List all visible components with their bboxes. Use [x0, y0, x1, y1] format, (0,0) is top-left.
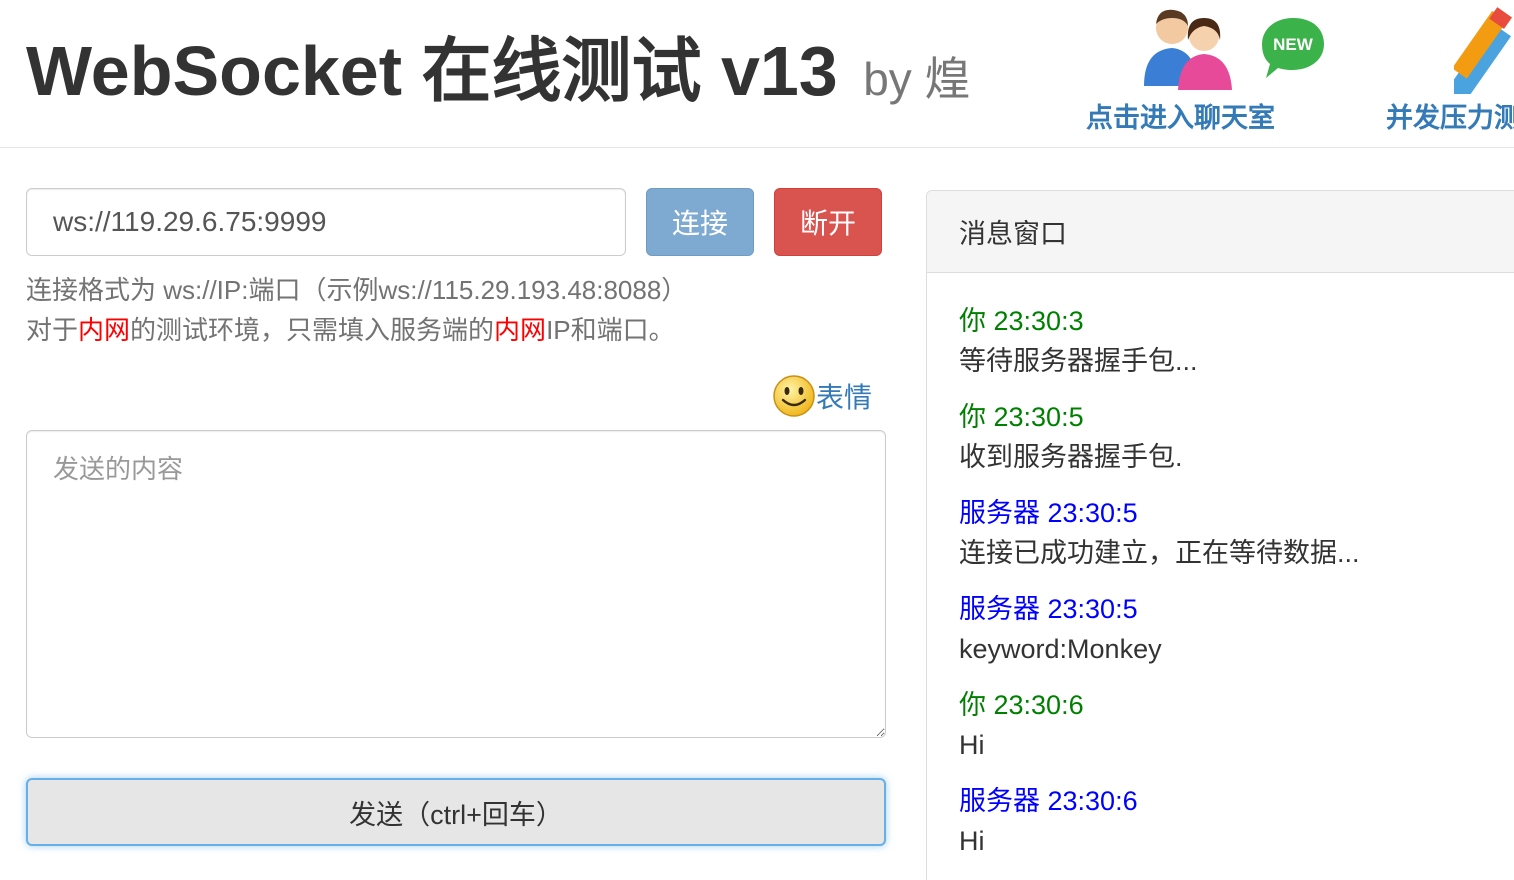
- message-panel-title: 消息窗口: [927, 191, 1514, 273]
- new-badge-text: NEW: [1273, 35, 1314, 54]
- message-sender-time: 你 23:30:6: [959, 690, 1084, 720]
- intranet-help-text: 对于内网的测试环境，只需填入服务端的内网IP和端口。: [26, 315, 675, 345]
- pencil-ruler-icon[interactable]: [1454, 4, 1514, 94]
- message-entry: 你 23:30:6 Hi: [959, 685, 1493, 765]
- smiley-icon: [773, 375, 815, 417]
- message-text: 收到服务器握手包.: [959, 442, 1183, 472]
- disconnect-button[interactable]: 断开: [774, 188, 882, 256]
- message-sender-time: 服务器 23:30:6: [959, 786, 1138, 816]
- message-text: 等待服务器握手包...: [959, 346, 1198, 376]
- message-entry: 你 23:30:3 等待服务器握手包...: [959, 301, 1493, 381]
- message-log: 你 23:30:3 等待服务器握手包... 你 23:30:5 收到服务器握手包…: [927, 273, 1514, 880]
- page-header: WebSocket 在线测试 v13 by 煌 NEW 点击进入聊天室 并发压力…: [0, 0, 1514, 148]
- message-sender-time: 你 23:30:5: [959, 402, 1084, 432]
- page-title-main: WebSocket 在线测试 v13: [26, 32, 838, 110]
- message-input[interactable]: [26, 430, 886, 738]
- message-text: Hi: [959, 826, 985, 856]
- ws-url-input[interactable]: [26, 188, 626, 256]
- message-entry: 你 23:30:5 收到服务器握手包.: [959, 397, 1493, 477]
- new-badge-icon: NEW: [1262, 18, 1324, 78]
- format-help-text: 连接格式为 ws://IP:端口（示例ws://115.29.193.48:80…: [26, 275, 688, 305]
- message-entry: 服务器 23:30:6 Hi: [959, 781, 1493, 861]
- emoji-button[interactable]: 表情: [772, 374, 872, 418]
- message-panel: 消息窗口 你 23:30:3 等待服务器握手包... 你 23:30:5 收到服…: [926, 190, 1514, 880]
- message-sender-time: 你 23:30:3: [959, 306, 1084, 336]
- connect-button[interactable]: 连接: [646, 188, 754, 256]
- chat-room-link[interactable]: 点击进入聊天室: [1086, 96, 1275, 135]
- page-title-author: by 煌: [863, 53, 971, 105]
- emoji-label: 表情: [816, 382, 873, 413]
- chat-people-icon[interactable]: [1140, 6, 1236, 90]
- message-text: 连接已成功建立，正在等待数据...: [959, 538, 1360, 568]
- send-button[interactable]: 发送（ctrl+回车）: [26, 778, 886, 846]
- page-title: WebSocket 在线测试 v13 by 煌: [26, 26, 971, 124]
- message-entry: 服务器 23:30:5 keyword:Monkey: [959, 589, 1493, 669]
- message-sender-time: 服务器 23:30:5: [959, 594, 1138, 624]
- message-text: Hi: [959, 730, 985, 760]
- message-entry: 服务器 23:30:5 连接已成功建立，正在等待数据...: [959, 493, 1493, 573]
- stress-test-link[interactable]: 并发压力测: [1386, 96, 1514, 135]
- message-text: keyword:Monkey: [959, 634, 1162, 664]
- message-sender-time: 服务器 23:30:5: [959, 498, 1138, 528]
